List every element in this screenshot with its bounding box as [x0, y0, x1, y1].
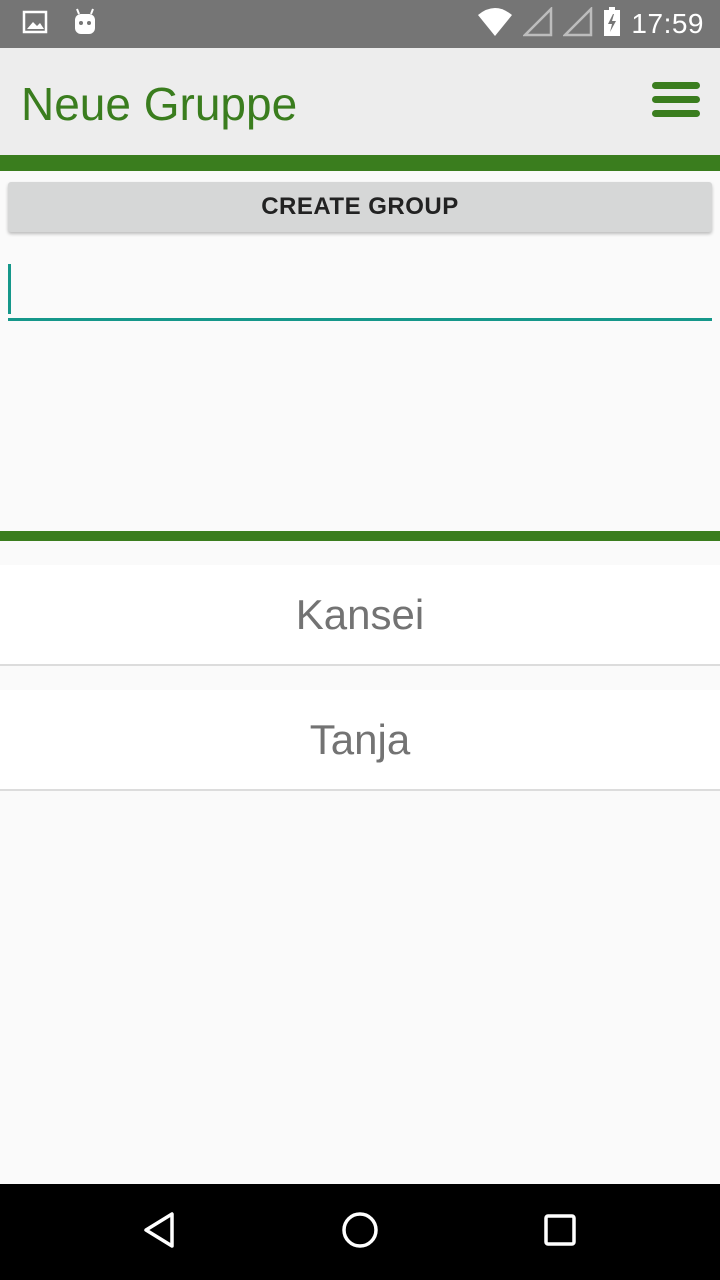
- status-time: 17:59: [631, 8, 704, 39]
- back-button[interactable]: [136, 1208, 184, 1256]
- text-cursor: [8, 264, 11, 314]
- group-name-input[interactable]: [8, 258, 712, 321]
- back-icon: [140, 1210, 180, 1255]
- image-notification-icon: [22, 9, 48, 40]
- home-button[interactable]: [336, 1208, 384, 1256]
- section-divider: [0, 531, 720, 541]
- menu-button[interactable]: [644, 70, 708, 134]
- status-bar: 17:59: [0, 0, 720, 48]
- home-icon: [340, 1210, 380, 1255]
- hamburger-menu-icon: [651, 76, 701, 129]
- create-group-button[interactable]: CREATE GROUP: [8, 182, 712, 232]
- app-bar: Neue Gruppe: [0, 48, 720, 155]
- signal-icon: [522, 5, 553, 42]
- list-item-tanja[interactable]: Tanja: [0, 690, 720, 791]
- wifi-icon: [477, 7, 513, 42]
- recents-icon: [540, 1210, 580, 1255]
- page-title: Neue Gruppe: [21, 78, 298, 130]
- list-item-kansei[interactable]: Kansei: [0, 565, 720, 666]
- android-debug-icon: [72, 8, 98, 41]
- signal-icon: [562, 5, 593, 42]
- navigation-bar: [0, 1184, 720, 1280]
- header-divider: [0, 155, 720, 171]
- recents-button[interactable]: [536, 1208, 584, 1256]
- battery-charging-icon: [603, 6, 621, 42]
